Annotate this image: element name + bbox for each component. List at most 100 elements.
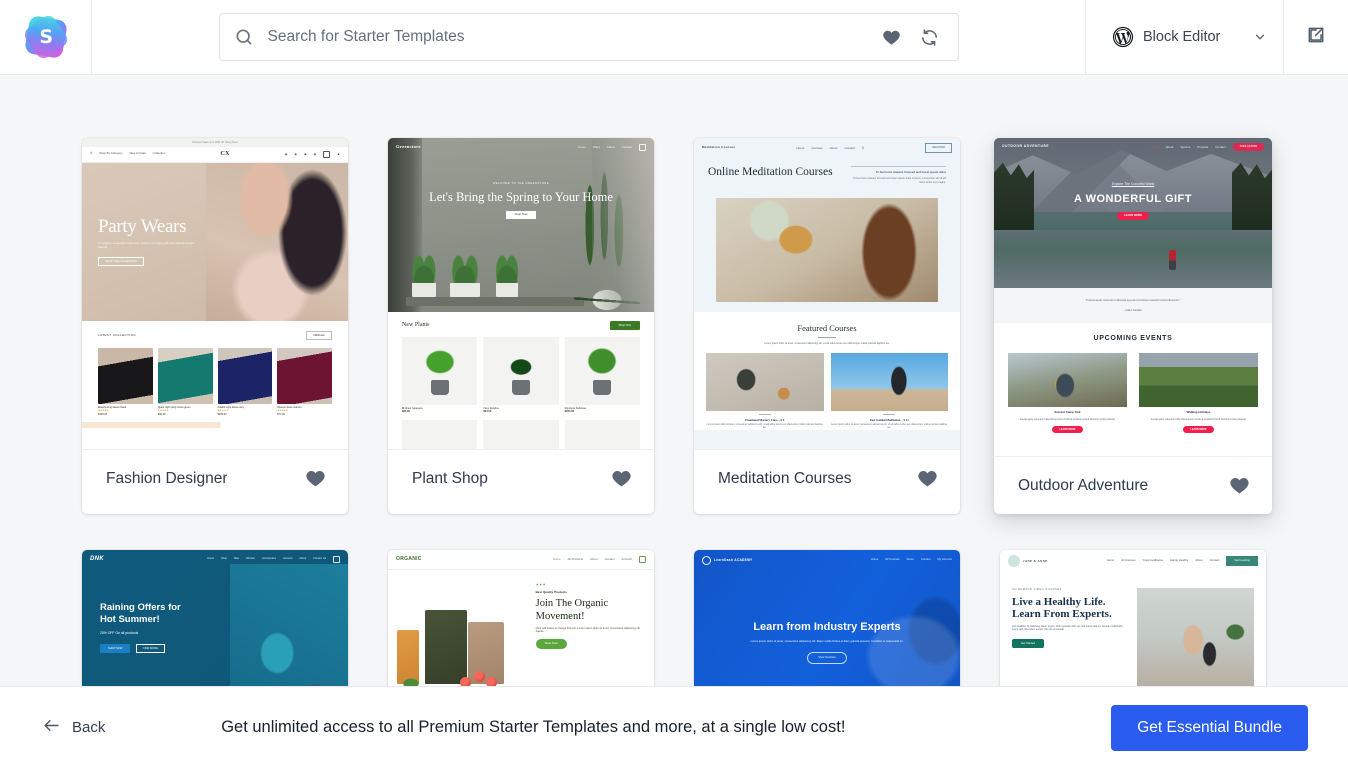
get-essential-bundle-button[interactable]: Get Essential Bundle [1111, 704, 1308, 751]
favorite-heart-icon[interactable] [1229, 475, 1250, 496]
preview-event-cta: LEARN MORE [1052, 425, 1083, 434]
preview-headline: A WONDERFUL GIFT [1074, 192, 1192, 205]
preview-section-label: UPCOMING EVENTS [1093, 335, 1173, 343]
preview-nav-link: Home [870, 557, 879, 562]
preview-nav-link: About [590, 556, 598, 561]
preview-cta: Shop Now [505, 210, 537, 220]
preview-logo-icon [1008, 555, 1020, 567]
preview-product [483, 419, 559, 449]
preview-product: Elleeria long sleeve black ★★★★★ $169.00 [98, 348, 153, 416]
preview-product-price: $159.00 [217, 412, 227, 416]
template-card[interactable]: ORGANIC Home All Products About Contact … [388, 550, 654, 686]
preview-social-icon: ◉ [284, 151, 288, 156]
preview-nav-link: Women [246, 557, 256, 561]
preview-cart-icon [639, 143, 646, 151]
preview-headline: Join The Organic Movement! [535, 598, 609, 622]
preview-eyebrow: ON DEMAND VIDEO COURSES [1012, 588, 1062, 591]
preview-cart-icon [639, 556, 646, 563]
preview-logo-icon [702, 555, 711, 565]
preview-eyebrow: Explore The Colourful World [1111, 182, 1155, 186]
preview-headline: Party Wears [98, 215, 187, 237]
preview-cart-icon [323, 150, 331, 158]
preview-quote-author: - Adam Sendler [1124, 308, 1142, 312]
template-preview: JANE & ANNE Home All Courses Yoga Guidha… [1000, 550, 1266, 686]
preview-course: Past Guided Meditation – $ 12 Lorem ipsu… [830, 353, 948, 430]
preview-nav-cta: Start Learning [1226, 556, 1258, 566]
editor-selector[interactable]: Block Editor [1086, 0, 1284, 74]
favorite-heart-icon[interactable] [305, 468, 326, 489]
preview-nav-link: Service [1180, 144, 1191, 149]
preview-section-label: New Plants [402, 322, 430, 329]
preview-nav-link: Contact Us [313, 557, 326, 561]
preview-brand: ORGANIC [396, 556, 422, 563]
preview-nav-link: About [906, 557, 914, 562]
refresh-icon[interactable] [918, 25, 942, 49]
preview-nav-link: Shop By Category [99, 151, 123, 156]
preview-nav-link: Home [1106, 558, 1115, 563]
template-card[interactable]: JANE & ANNE Home All Courses Yoga Guidha… [1000, 550, 1266, 686]
chevron-down-icon[interactable] [1253, 30, 1267, 44]
preview-event-body: Fuerat aestu carentem habentia spectent … [1019, 417, 1116, 421]
preview-cart-icon [333, 555, 340, 563]
preview-nav-link: Account [621, 556, 632, 561]
preview-nav-link: About [829, 145, 838, 150]
favorite-heart-icon[interactable] [611, 468, 632, 489]
preview-product-price: $234.90 [564, 410, 575, 414]
preview-nav-link: My Account [937, 557, 952, 562]
preview-cta: SHOP THE COLLECTION [98, 256, 144, 267]
preview-announce: Summer Sale up to 40% off. Shop Now! [82, 138, 348, 147]
preview-headline: Online Meditation Courses [708, 166, 833, 178]
preview-event: Everest Camp Trek Fuerat aestu carentem … [1008, 352, 1127, 434]
template-title: Plant Shop [412, 469, 488, 487]
preview-product-price: $94.00 [483, 410, 492, 414]
editor-label: Block Editor [1143, 29, 1221, 45]
app-logo[interactable]: S [0, 0, 92, 74]
back-button[interactable]: Back [42, 716, 105, 739]
preview-product: Monstera Deliciosa $234.90 [564, 336, 640, 414]
starter-templates-logo-icon: S [21, 12, 70, 62]
preview-cta-secondary: FIND MORE [136, 643, 165, 654]
wordpress-icon [1112, 26, 1134, 48]
preview-nav-link: Courses [811, 145, 823, 150]
preview-subtext: Get healthier by following lorem ipsum. … [1012, 625, 1124, 632]
preview-subtext: 25% OFF On all products [100, 630, 139, 635]
template-preview: Greenstore Home Plant About Contact WELC… [388, 138, 654, 450]
preview-nav-link: About [606, 144, 615, 149]
preview-product: Birdnest Japanese $84.90 [402, 336, 478, 414]
template-preview: Meditation Courses Home Courses About Co… [694, 138, 960, 450]
preview-nav-link: All Courses [1121, 558, 1136, 563]
favorites-filter-icon[interactable] [880, 25, 904, 49]
preview-nav-link: Home [207, 557, 215, 561]
template-card[interactable]: Summer Sale up to 40% off. Shop Now! ⚲ S… [82, 138, 348, 514]
template-card-footer: Fashion Designer [82, 450, 348, 507]
preview-headline: Learn from Industry Experts [753, 621, 901, 633]
preview-nav-link: Contact [604, 556, 615, 561]
template-card[interactable]: Greenstore Home Plant About Contact WELC… [388, 138, 654, 514]
preview-nav-link: About [1195, 558, 1203, 563]
preview-course-body: Lorem ipsum dolor sit amet, consectetur … [706, 423, 823, 429]
template-card[interactable]: Meditation Courses Home Courses About Co… [694, 138, 960, 514]
template-card-footer: Outdoor Adventure [994, 457, 1272, 514]
preview-hero-image [716, 198, 938, 303]
preview-subtext: In congue venenatis bibendum viverra sit… [98, 241, 194, 250]
favorite-heart-icon[interactable] [917, 468, 938, 489]
templates-scroll-area[interactable]: Summer Sale up to 40% off. Shop Now! ⚲ S… [0, 75, 1348, 686]
preview-nav-link: About [1165, 144, 1174, 149]
preview-headline: Live a Healthy Life. Learn From Experts. [1012, 595, 1112, 621]
preview-side-body: To feel more relaxed, focused and lorem … [853, 177, 946, 184]
preview-product-price: $99.99 [157, 412, 166, 416]
preview-cta: Get Started [1012, 638, 1044, 649]
preview-brand: Greenstore [396, 143, 421, 149]
preview-nav-link: Shop [221, 557, 228, 561]
external-link-button[interactable] [1284, 0, 1348, 74]
preview-nav-link: Yoga Guidhance [1142, 558, 1164, 563]
search-box[interactable] [218, 13, 959, 61]
template-preview: Summer Sale up to 40% off. Shop Now! ⚲ S… [82, 138, 348, 450]
preview-account-icon: ♟ [337, 151, 340, 156]
template-card[interactable]: OUTDOOR ADVENTURE Home About Service Pro… [994, 138, 1272, 514]
search-input[interactable] [253, 28, 880, 46]
preview-nav-link: Account [283, 557, 293, 561]
template-card[interactable]: DNK Home Shop Men Women Accessories Acco… [82, 550, 348, 686]
template-card[interactable]: LearnDash ACADEMY Home All Courses About… [694, 550, 960, 686]
external-link-icon [1306, 25, 1326, 50]
